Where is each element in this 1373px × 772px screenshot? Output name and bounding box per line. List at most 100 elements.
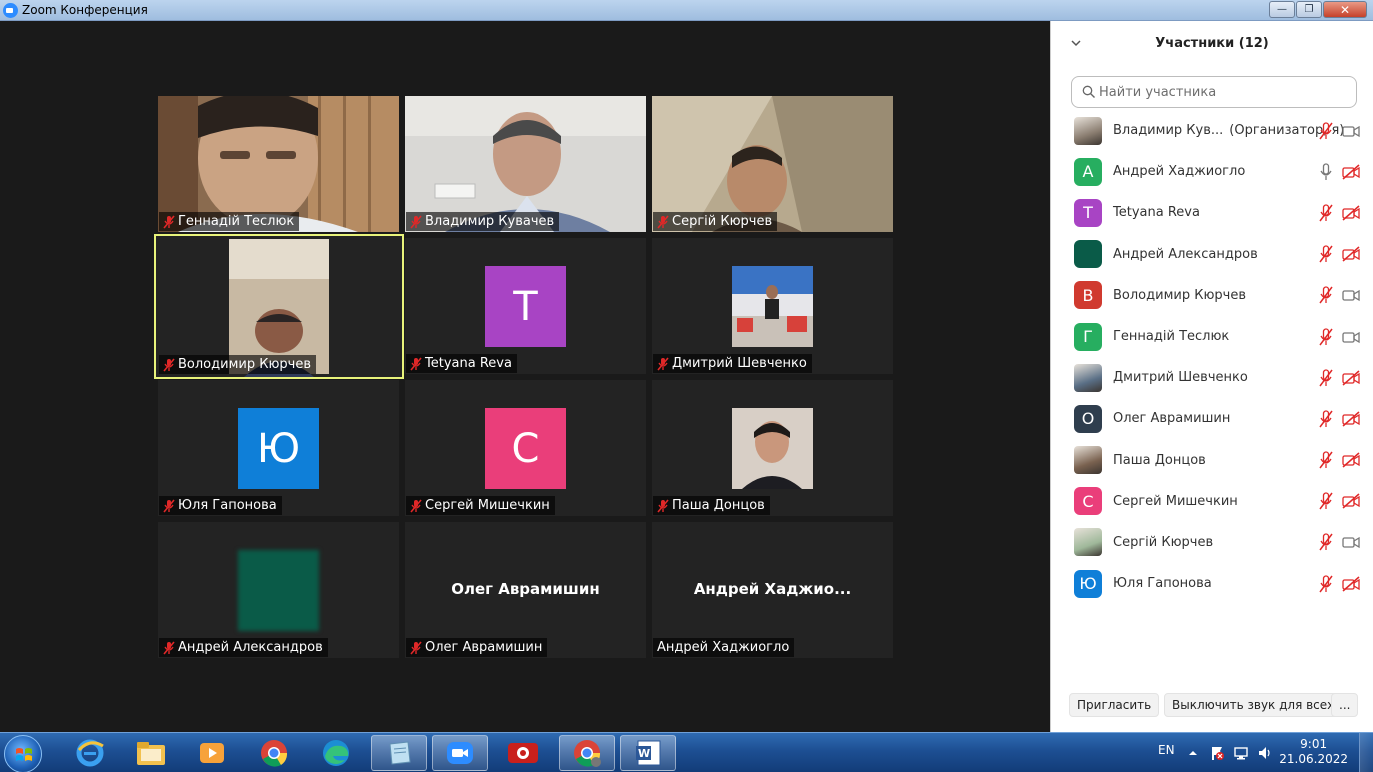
media-player-icon[interactable]: [184, 735, 240, 771]
participant-name: Андрей Хаджиогло: [1113, 164, 1245, 179]
muted-mic-icon[interactable]: [1318, 451, 1334, 469]
internet-explorer-icon[interactable]: [62, 735, 118, 771]
video-tile[interactable]: Дмитрий Шевченко: [652, 238, 893, 374]
show-desktop-button[interactable]: [1359, 733, 1373, 772]
participant-row[interactable]: Андрей Александров: [1051, 234, 1373, 275]
participant-avatar: [1074, 363, 1102, 392]
muted-mic-icon[interactable]: [1318, 575, 1334, 593]
volume-icon[interactable]: [1257, 745, 1273, 761]
muted-mic-icon[interactable]: [1318, 245, 1334, 263]
participant-name-tag: Паша Донцов: [653, 496, 770, 515]
chrome-icon[interactable]: [246, 735, 302, 771]
participant-row[interactable]: О Олег Аврамишин: [1051, 398, 1373, 439]
participant-row[interactable]: Сергій Кюрчев: [1051, 522, 1373, 563]
participant-display-name: Андрей Хаджио...: [693, 580, 852, 598]
windows-logo-icon: [16, 748, 32, 761]
participant-name: Дмитрий Шевченко: [1113, 370, 1248, 385]
video-tile[interactable]: Геннадій Теслюк: [158, 96, 399, 232]
video-off-icon[interactable]: [1342, 576, 1360, 592]
muted-mic-icon[interactable]: [1318, 121, 1334, 140]
action-center-flag-icon[interactable]: [1209, 745, 1225, 761]
mute-all-button[interactable]: Выключить звук для всех: [1164, 693, 1343, 717]
notepad-icon[interactable]: [371, 735, 427, 771]
video-icon[interactable]: [1342, 287, 1360, 303]
folder-icon[interactable]: [123, 735, 179, 771]
participant-row[interactable]: T Tetyana Reva: [1051, 192, 1373, 233]
participant-name-tag: Юля Гапонова: [159, 496, 282, 515]
maximize-button[interactable]: ❐: [1296, 1, 1322, 18]
video-tile[interactable]: Ю Юля Гапонова: [158, 380, 399, 516]
video-off-icon[interactable]: [1342, 370, 1360, 386]
video-off-icon[interactable]: [1342, 205, 1360, 221]
video-tile[interactable]: Владимир Кувачев: [405, 96, 646, 232]
participant-name-tag: Геннадій Теслюк: [159, 212, 300, 231]
clock[interactable]: 9:01 21.06.2022: [1279, 737, 1348, 767]
muted-mic-icon[interactable]: [1318, 410, 1334, 428]
show-hidden-icons-icon[interactable]: [1185, 745, 1201, 761]
video-off-icon[interactable]: [1342, 246, 1360, 262]
participant-name-text: Андрей Александров: [1113, 246, 1258, 262]
zoom-app-icon: [3, 3, 18, 18]
participant-row[interactable]: Паша Донцов: [1051, 440, 1373, 481]
video-tile[interactable]: Андрей Александров: [158, 522, 399, 658]
minimize-button[interactable]: —: [1269, 1, 1295, 18]
muted-mic-icon[interactable]: [1318, 492, 1334, 510]
network-icon[interactable]: [1233, 745, 1249, 761]
participant-name-tag: Андрей Хаджиогло: [653, 638, 795, 657]
video-off-icon[interactable]: [1342, 164, 1360, 180]
search-input[interactable]: [1099, 81, 1349, 103]
participant-row[interactable]: Ю Юля Гапонова: [1051, 563, 1373, 604]
video-icon[interactable]: [1342, 123, 1360, 139]
video-tile[interactable]: Андрей Хаджио... Андрей Хаджиогло: [652, 522, 893, 658]
video-tile[interactable]: С Сергей Мишечкин: [405, 380, 646, 516]
language-indicator[interactable]: EN: [1158, 743, 1175, 757]
muted-mic-icon[interactable]: [1318, 204, 1334, 222]
video-tile[interactable]: Паша Донцов: [652, 380, 893, 516]
video-off-icon[interactable]: [1342, 411, 1360, 427]
muted-mic-icon[interactable]: [1318, 369, 1334, 387]
video-tile[interactable]: T Tetyana Reva: [405, 238, 646, 374]
chrome-profile-icon[interactable]: [559, 735, 615, 771]
muted-mic-icon[interactable]: [1318, 533, 1334, 551]
participant-status-icons: [1318, 286, 1360, 304]
video-off-icon[interactable]: [1342, 452, 1360, 468]
participant-name: Володимир Кюрчев: [178, 357, 311, 372]
participant-row[interactable]: Дмитрий Шевченко: [1051, 357, 1373, 398]
participant-name: Андрей Александров: [178, 640, 323, 655]
participant-avatar: [1074, 240, 1102, 269]
start-button[interactable]: [4, 735, 42, 772]
word-icon[interactable]: W: [620, 735, 676, 771]
zoom-icon[interactable]: [432, 735, 488, 771]
invite-button[interactable]: Пригласить: [1069, 693, 1160, 717]
video-tile[interactable]: Сергій Кюрчев: [652, 96, 893, 232]
video-off-icon[interactable]: [1342, 493, 1360, 509]
muted-mic-icon: [410, 498, 422, 513]
time: 9:01: [1300, 737, 1328, 751]
participant-avatar: T: [485, 266, 566, 347]
video-tile-active-speaker[interactable]: Володимир Кюрчев: [154, 234, 404, 379]
participant-row[interactable]: С Сергей Мишечкин: [1051, 481, 1373, 522]
muted-mic-icon: [410, 214, 422, 229]
participant-name: Сергій Кюрчев: [1113, 535, 1213, 550]
participant-row[interactable]: Г Геннадій Теслюк: [1051, 316, 1373, 357]
participant-row[interactable]: В Володимир Кюрчев: [1051, 275, 1373, 316]
video-icon[interactable]: [1342, 534, 1360, 550]
more-options-button[interactable]: ...: [1331, 693, 1359, 717]
participant-row[interactable]: А Андрей Хаджиогло: [1051, 151, 1373, 192]
participant-name: Дмитрий Шевченко: [672, 356, 807, 371]
participant-name: Геннадій Теслюк: [1113, 329, 1229, 344]
muted-mic-icon[interactable]: [1318, 327, 1334, 346]
participant-name: Сергей Мишечкин: [1113, 494, 1238, 509]
participants-footer: Пригласить Выключить звук для всех ...: [1051, 693, 1373, 719]
participant-name: Володимир Кюрчев: [1113, 288, 1246, 303]
close-button[interactable]: ✕: [1323, 1, 1367, 18]
mic-icon[interactable]: [1318, 163, 1334, 181]
edge-icon[interactable]: [308, 735, 364, 771]
participant-row[interactable]: Владимир Кув... (Организатор, я): [1051, 110, 1373, 151]
muted-mic-icon[interactable]: [1318, 286, 1334, 304]
participant-search[interactable]: [1071, 76, 1357, 108]
red-app-icon[interactable]: [495, 735, 551, 771]
video-tile[interactable]: Олег Аврамишин Олег Аврамишин: [405, 522, 646, 658]
video-icon[interactable]: [1342, 329, 1360, 345]
participant-status-icons: [1318, 575, 1360, 593]
